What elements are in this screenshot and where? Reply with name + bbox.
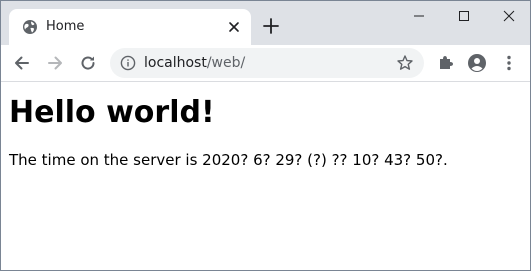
window-minimize-button[interactable] [395,1,441,31]
browser-toolbar: localhost/web/ [1,45,530,82]
page-heading: Hello world! [9,95,215,130]
reload-icon[interactable] [78,53,98,73]
tab-strip: Home [1,1,530,45]
window-close-button[interactable] [485,1,530,31]
globe-icon [22,19,38,35]
address-bar[interactable]: localhost/web/ [110,48,424,78]
tab-close-icon[interactable] [226,19,242,35]
forward-arrow-icon[interactable] [45,53,65,73]
back-arrow-icon[interactable] [12,53,32,73]
url-text: localhost/web/ [144,54,245,72]
server-time-text: The time on the server is 2020? 6? 29? (… [9,151,448,169]
browser-window: Home localhost/web/ Hello world! The tim… [0,0,531,271]
extensions-puzzle-icon[interactable] [436,53,456,73]
url-path: /web/ [206,55,246,71]
site-info-icon[interactable] [120,55,136,71]
bookmark-star-icon[interactable] [396,54,414,72]
more-menu-icon[interactable] [499,53,519,73]
profile-avatar-icon[interactable] [467,53,487,73]
tab-title: Home [46,19,85,34]
new-tab-plus-icon[interactable] [260,15,282,37]
window-maximize-button[interactable] [440,1,486,31]
page-content: Hello world! The time on the server is 2… [1,82,530,170]
url-host: localhost [144,55,207,71]
tab-home[interactable]: Home [9,9,251,45]
